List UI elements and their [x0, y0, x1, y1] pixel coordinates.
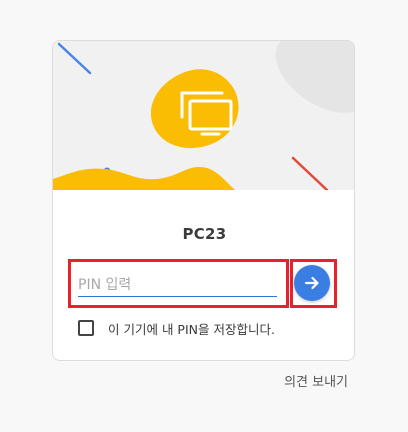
pin-card: PC23 이 기기에 내 PIN을 저장합니다. — [52, 40, 355, 361]
yellow-blob — [150, 69, 239, 149]
decorative-red-line — [291, 156, 329, 190]
device-name: PC23 — [182, 225, 227, 243]
decorative-gray-blob — [275, 41, 354, 113]
pin-input[interactable] — [78, 275, 277, 297]
send-feedback-link[interactable]: 의견 보내기 — [240, 371, 348, 390]
hero-illustration — [53, 41, 354, 190]
arrow-right-icon — [304, 276, 319, 290]
remote-access-pin-page: PC23 이 기기에 내 PIN을 저장합니다. 의견 보내기 — [0, 0, 408, 432]
submit-pin-button[interactable] — [294, 265, 330, 301]
remember-pin-row: 이 기기에 내 PIN을 저장합니다. — [78, 316, 275, 340]
remember-pin-label: 이 기기에 내 PIN을 저장합니다. — [108, 321, 275, 337]
remember-pin-checkbox[interactable] — [78, 320, 94, 336]
yellow-wave — [53, 167, 235, 190]
decorative-blue-line — [57, 42, 92, 75]
